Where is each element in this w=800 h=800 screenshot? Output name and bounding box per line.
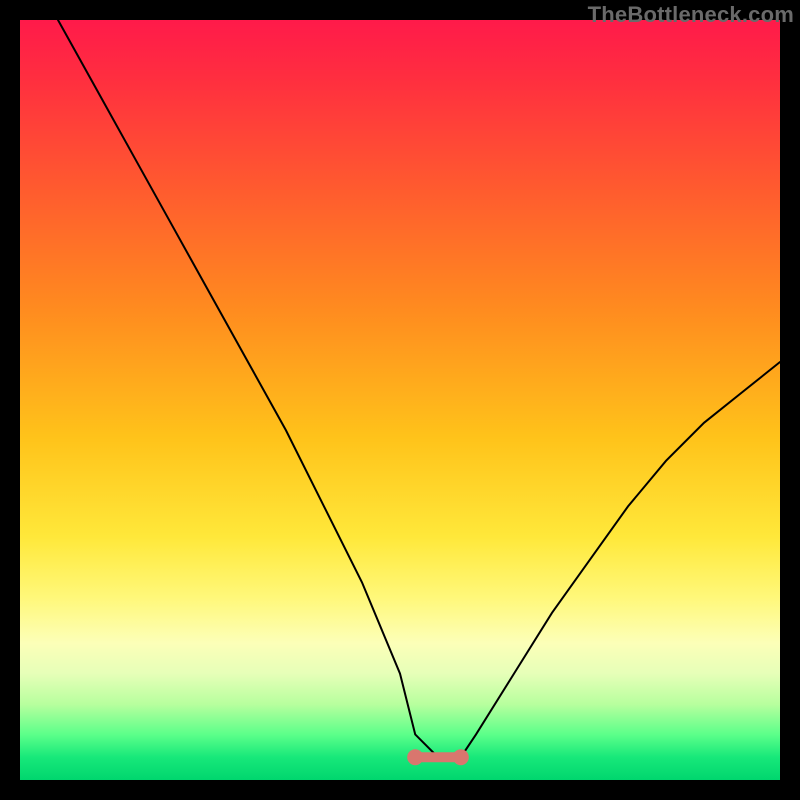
low-band-end-dot [453, 749, 469, 765]
chart-frame: TheBottleneck.com [0, 0, 800, 800]
bottleneck-curve-path [58, 20, 780, 757]
low-band-end-dot [407, 749, 423, 765]
low-band-marker-group [407, 749, 469, 765]
watermark-text: TheBottleneck.com [588, 2, 794, 28]
chart-svg [20, 20, 780, 780]
chart-plot-area [20, 20, 780, 780]
